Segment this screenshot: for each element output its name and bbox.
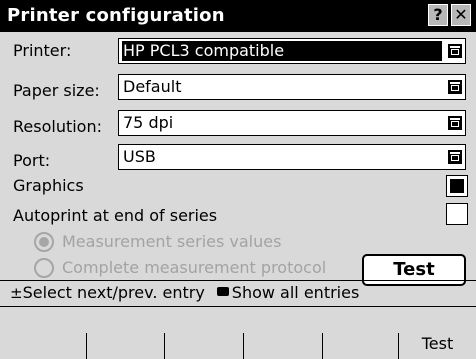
- autoprint-label: Autoprint at end of series: [13, 206, 218, 225]
- autoprint-checkbox[interactable]: [446, 203, 468, 225]
- paper-size-value: Default: [123, 77, 182, 96]
- dropdown-icon[interactable]: [448, 80, 462, 94]
- softkey-bar: Test: [0, 307, 476, 359]
- plus-minus-icon: ±: [10, 284, 23, 302]
- dropdown-icon[interactable]: [448, 150, 462, 164]
- window-title: Printer configuration: [7, 5, 225, 26]
- dropdown-icon[interactable]: [448, 44, 462, 58]
- status-show-text: Show all entries: [231, 283, 360, 302]
- port-select[interactable]: USB: [118, 144, 466, 170]
- softkey-5[interactable]: [323, 307, 398, 359]
- title-bar: Printer configuration ? ✕: [0, 0, 476, 32]
- radio-button[interactable]: [34, 232, 54, 252]
- dropdown-icon[interactable]: [448, 116, 462, 130]
- close-button[interactable]: ✕: [451, 4, 471, 26]
- printer-label: Printer:: [13, 41, 72, 60]
- printer-select[interactable]: HP PCL3 compatible: [118, 38, 466, 64]
- test-button[interactable]: Test: [362, 254, 466, 286]
- softkey-2[interactable]: [87, 307, 164, 359]
- softkey-6[interactable]: Test: [399, 307, 476, 359]
- port-label: Port:: [13, 151, 51, 170]
- radio-button[interactable]: [34, 258, 54, 278]
- resolution-select[interactable]: 75 dpi: [118, 110, 466, 136]
- paper-size-select[interactable]: Default: [118, 74, 466, 100]
- softkey-3[interactable]: [165, 307, 243, 359]
- divider: [0, 280, 476, 281]
- paper-size-label: Paper size:: [13, 81, 100, 100]
- resolution-label: Resolution:: [13, 117, 102, 136]
- resolution-value: 75 dpi: [123, 113, 174, 132]
- graphics-label: Graphics: [13, 176, 84, 195]
- status-select-text: Select next/prev. entry: [22, 283, 205, 302]
- radio-measurement-label: Measurement series values: [62, 232, 282, 251]
- help-button[interactable]: ?: [428, 4, 448, 26]
- printer-value: HP PCL3 compatible: [122, 41, 442, 61]
- keyboard-key-icon: [216, 287, 229, 296]
- graphics-checkbox[interactable]: [446, 175, 468, 197]
- status-bar: ±Select next/prev. entry Show all entries: [10, 282, 359, 304]
- softkey-4[interactable]: [244, 307, 322, 359]
- radio-complete-label: Complete measurement protocol: [62, 258, 327, 277]
- softkey-1[interactable]: [0, 307, 86, 359]
- port-value: USB: [123, 147, 156, 166]
